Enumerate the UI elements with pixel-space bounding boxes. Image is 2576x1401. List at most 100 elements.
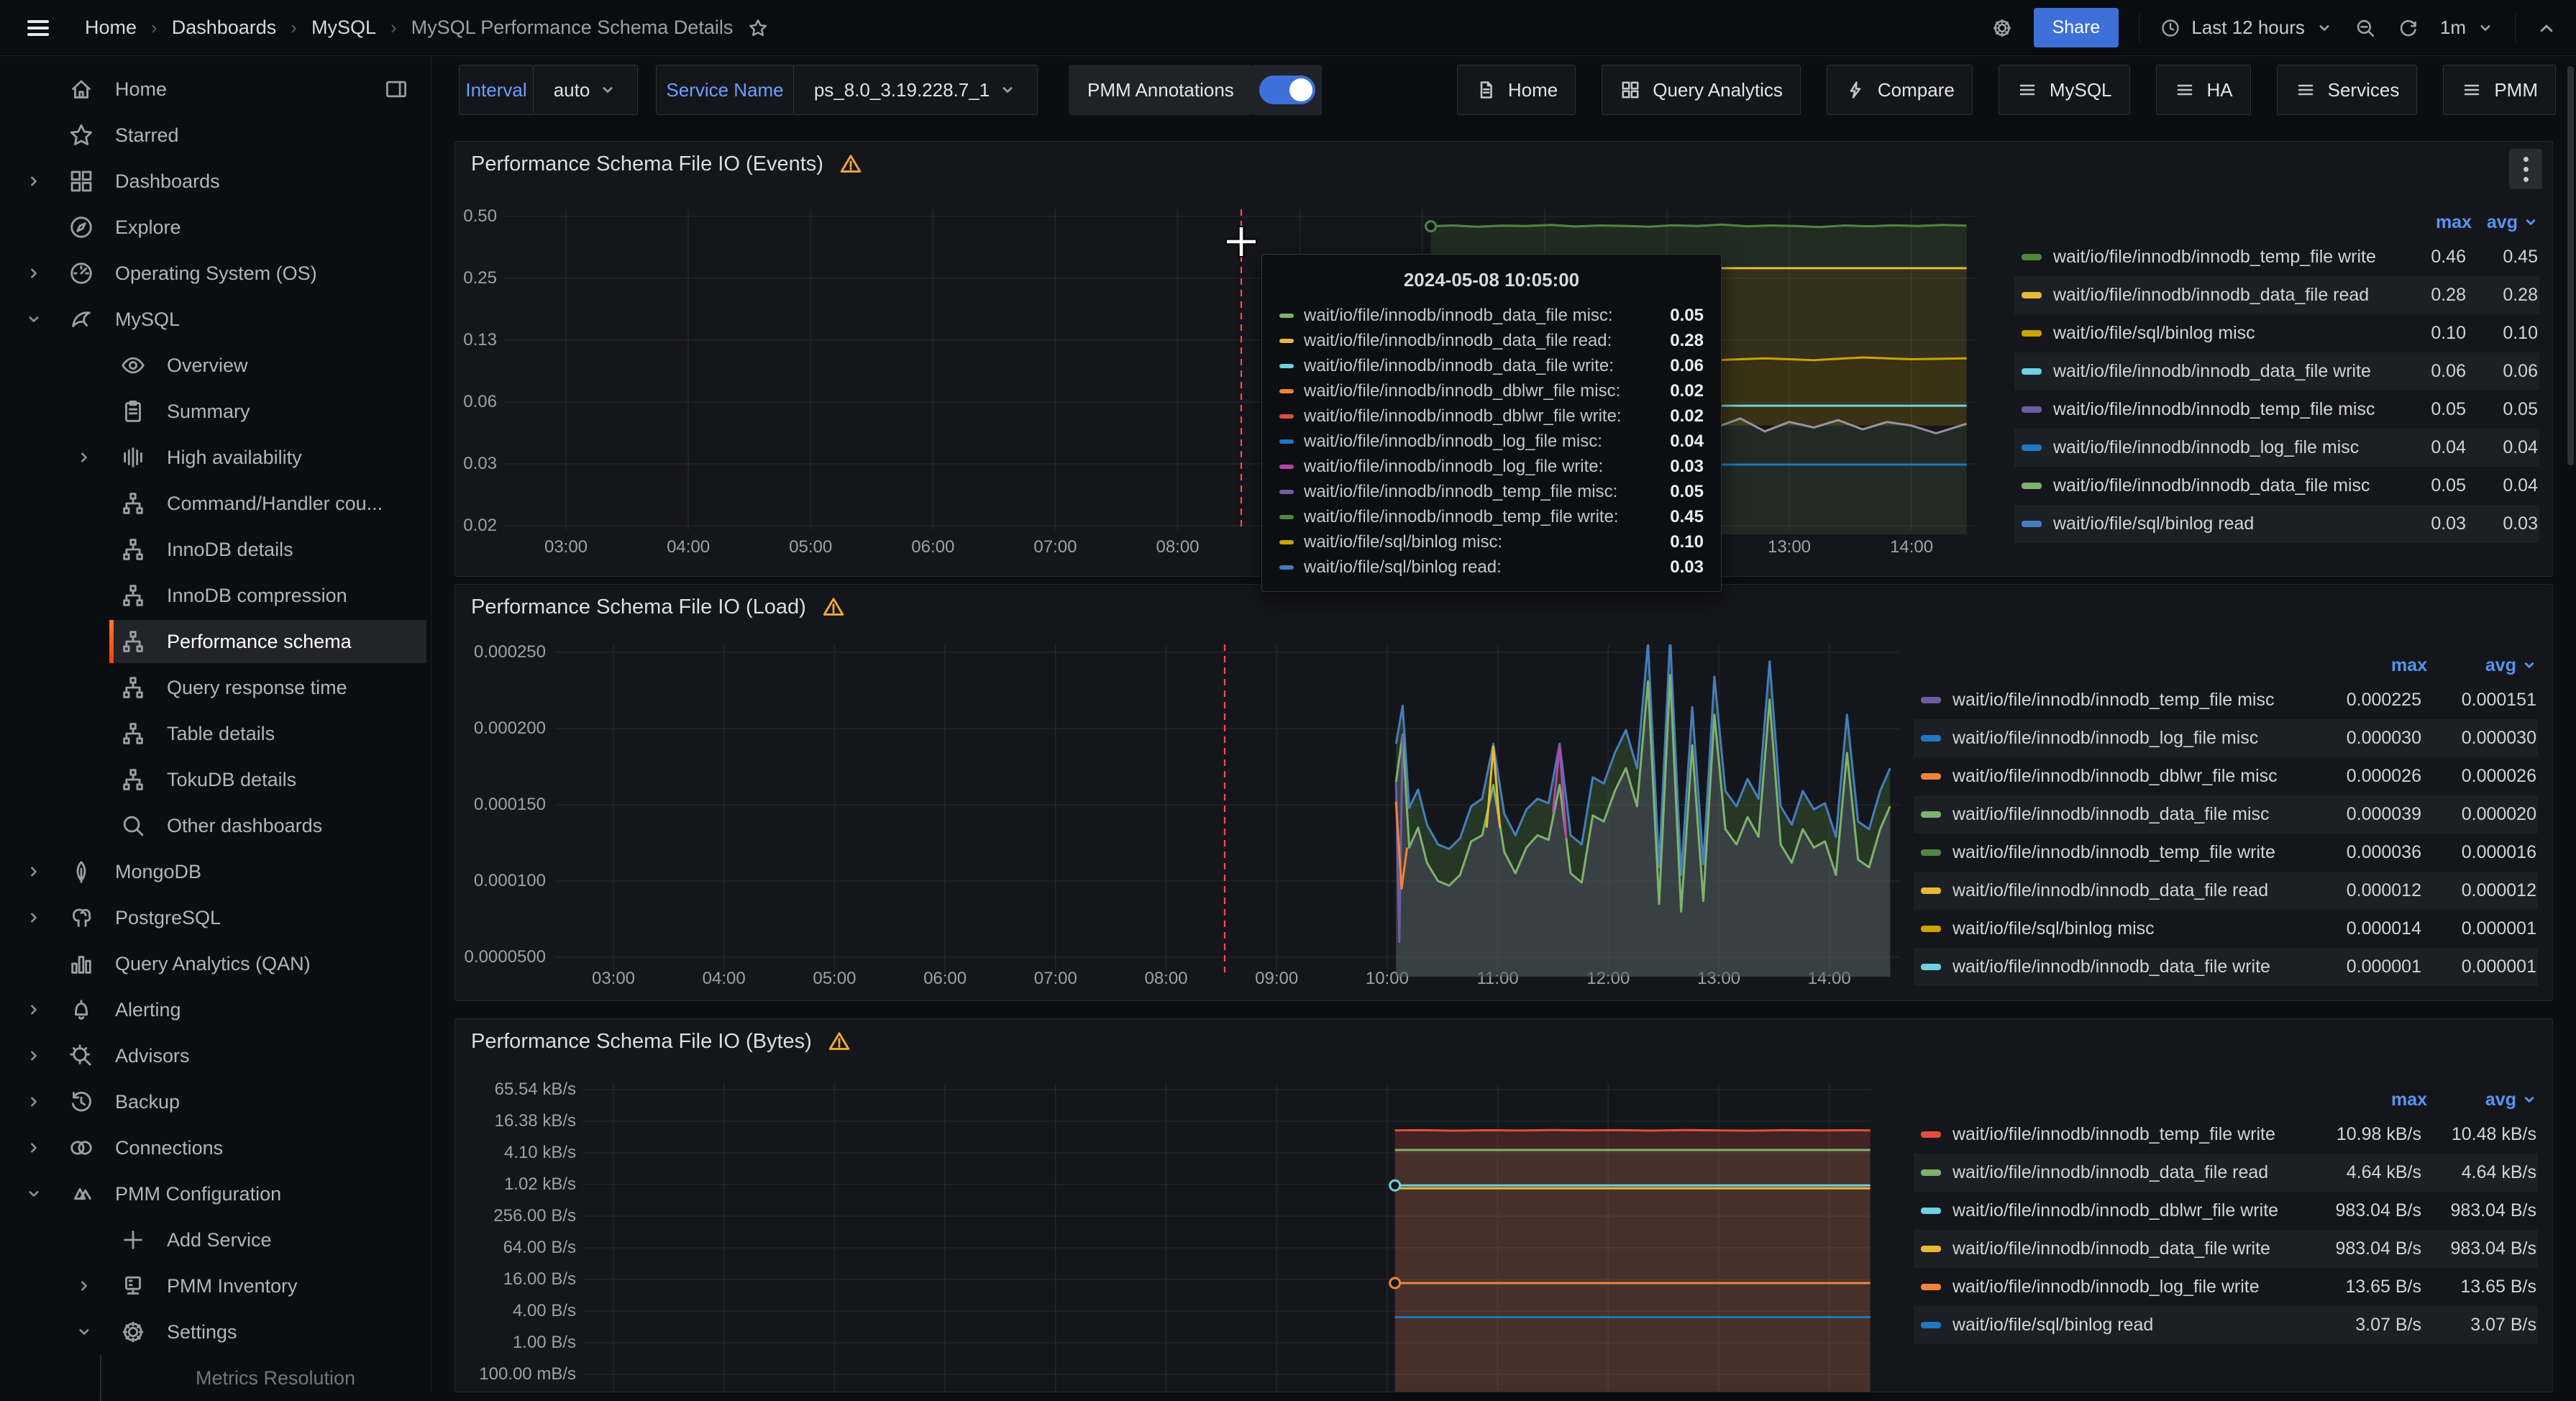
- warning-icon[interactable]: [828, 1030, 851, 1053]
- sidebar-item-command-handler-cou[interactable]: Command/Handler cou...: [0, 480, 431, 526]
- chevron-right-icon[interactable]: [24, 172, 43, 191]
- breadcrumb-dashboards[interactable]: Dashboards: [172, 17, 277, 39]
- dashboard-link-ha[interactable]: HA: [2156, 65, 2251, 115]
- share-button[interactable]: Share: [2034, 8, 2119, 47]
- chevron-right-icon[interactable]: [24, 264, 43, 283]
- refresh-icon[interactable]: [2397, 17, 2420, 40]
- breadcrumb-home[interactable]: Home: [85, 17, 137, 39]
- chevron-right-icon[interactable]: [75, 448, 93, 467]
- sidebar-item-innodb-compression[interactable]: InnoDB compression: [0, 572, 431, 619]
- series-name[interactable]: wait/io/file/innodb/innodb_temp_file wri…: [1952, 842, 2299, 863]
- sidebar-item-pmm-configuration[interactable]: PMM Configuration: [0, 1171, 431, 1217]
- sidebar-item-alerting[interactable]: Alerting: [0, 987, 431, 1033]
- dashboard-link-pmm[interactable]: PMM: [2443, 65, 2556, 115]
- legend-sort-max[interactable]: max: [2305, 655, 2427, 676]
- sidebar-item-postgresql[interactable]: PostgreSQL: [0, 895, 431, 941]
- warning-icon[interactable]: [822, 595, 845, 619]
- sidebar-item-explore[interactable]: Explore: [0, 204, 431, 250]
- interval-select[interactable]: auto: [533, 65, 638, 115]
- chevron-right-icon[interactable]: [24, 1092, 43, 1111]
- series-name[interactable]: wait/io/file/innodb/innodb_temp_file mis…: [2053, 399, 2394, 420]
- series-name[interactable]: wait/io/file/innodb/innodb_data_file rea…: [1952, 1162, 2299, 1183]
- series-name[interactable]: wait/io/file/innodb/innodb_data_file mis…: [2053, 475, 2394, 496]
- sidebar-item-home[interactable]: Home: [0, 66, 431, 112]
- sidebar-item-dashboards[interactable]: Dashboards: [0, 158, 431, 204]
- legend-row[interactable]: wait/io/file/sql/binlog read3.07 B/s3.07…: [1914, 1306, 2538, 1344]
- legend-sort-avg[interactable]: avg: [2472, 212, 2518, 233]
- sidebar-item-table-details[interactable]: Table details: [0, 711, 431, 757]
- chevron-right-icon[interactable]: [24, 1046, 43, 1065]
- series-name[interactable]: wait/io/file/innodb/innodb_temp_file wri…: [2053, 247, 2394, 268]
- legend-row[interactable]: wait/io/file/innodb/innodb_dblwr_file mi…: [1914, 757, 2538, 795]
- series-name[interactable]: wait/io/file/innodb/innodb_data_file rea…: [2053, 285, 2394, 306]
- sidebar-item-backup[interactable]: Backup: [0, 1079, 431, 1125]
- dashboard-link-compare[interactable]: Compare: [1827, 65, 1973, 115]
- panel-title[interactable]: Performance Schema File IO (Events): [471, 152, 823, 176]
- dashboard-link-query-analytics[interactable]: Query Analytics: [1602, 65, 1801, 115]
- series-name[interactable]: wait/io/file/innodb/innodb_temp_file wri…: [1952, 1124, 2299, 1145]
- legend-row[interactable]: wait/io/file/innodb/innodb_log_file writ…: [1914, 1268, 2538, 1306]
- series-name[interactable]: wait/io/file/innodb/innodb_log_file misc: [1952, 728, 2299, 749]
- sidebar-item-mysql[interactable]: MySQL: [0, 296, 431, 342]
- chart-plot-area[interactable]: [554, 644, 1899, 978]
- series-name[interactable]: wait/io/file/innodb/innodb_data_file rea…: [1952, 880, 2299, 901]
- series-name[interactable]: wait/io/file/innodb/innodb_temp_file mis…: [1952, 690, 2299, 711]
- dashboard-settings-gear-icon[interactable]: [1991, 17, 2014, 40]
- service-name-select[interactable]: ps_8.0_3.19.228.7_1: [793, 65, 1038, 115]
- legend-row[interactable]: wait/io/file/sql/binlog read0.030.03: [2014, 505, 2539, 543]
- chevron-right-icon[interactable]: [24, 1000, 43, 1019]
- series-name[interactable]: wait/io/file/innodb/innodb_dblwr_file wr…: [1952, 1200, 2299, 1221]
- legend-row[interactable]: wait/io/file/innodb/innodb_data_file wri…: [1914, 948, 2538, 986]
- dashboard-link-services[interactable]: Services: [2277, 65, 2418, 115]
- sidebar-item-pmm-inventory[interactable]: PMM Inventory: [0, 1263, 431, 1309]
- menu-icon[interactable]: [27, 20, 49, 36]
- series-name[interactable]: wait/io/file/innodb/innodb_dblwr_file mi…: [1952, 766, 2299, 787]
- chevron-right-icon[interactable]: [75, 1277, 93, 1295]
- series-name[interactable]: wait/io/file/innodb/innodb_data_file wri…: [2053, 361, 2394, 382]
- series-name[interactable]: wait/io/file/innodb/innodb_log_file writ…: [1952, 1277, 2299, 1297]
- collapse-sidebar-icon[interactable]: [383, 76, 409, 102]
- pmm-annotations-toggle[interactable]: [1253, 65, 1322, 115]
- dashboard-link-mysql[interactable]: MySQL: [1999, 65, 2130, 115]
- legend-row[interactable]: wait/io/file/innodb/innodb_data_file wri…: [2014, 352, 2539, 391]
- sidebar-item-operating-system-os[interactable]: Operating System (OS): [0, 250, 431, 296]
- warning-icon[interactable]: [839, 152, 862, 175]
- legend-row[interactable]: wait/io/file/innodb/innodb_data_file wri…: [1914, 1230, 2538, 1268]
- legend-sort-avg[interactable]: avg: [2427, 1090, 2516, 1110]
- legend-row[interactable]: wait/io/file/innodb/innodb_temp_file wri…: [1914, 1115, 2538, 1154]
- sidebar-item-query-analytics-qan[interactable]: Query Analytics (QAN): [0, 941, 431, 987]
- caret-up-icon[interactable]: [2536, 17, 2557, 39]
- sidebar-item-summary[interactable]: Summary: [0, 388, 431, 434]
- legend-row[interactable]: wait/io/file/innodb/innodb_dblwr_file wr…: [1914, 1192, 2538, 1230]
- series-name[interactable]: wait/io/file/innodb/innodb_data_file wri…: [1952, 957, 2299, 977]
- panel-header[interactable]: Performance Schema File IO (Bytes): [455, 1019, 2552, 1064]
- chevron-right-icon[interactable]: [24, 1138, 43, 1157]
- sidebar-item-metrics-resolution[interactable]: Metrics Resolution: [0, 1355, 431, 1401]
- sidebar-item-high-availability[interactable]: High availability: [0, 434, 431, 480]
- legend-row[interactable]: wait/io/file/innodb/innodb_data_file rea…: [2014, 276, 2539, 314]
- sidebar-item-settings[interactable]: Settings: [0, 1309, 431, 1355]
- sidebar-item-other-dashboards[interactable]: Other dashboards: [0, 803, 431, 849]
- legend-sort-max[interactable]: max: [2400, 212, 2472, 233]
- legend-row[interactable]: wait/io/file/innodb/innodb_temp_file wri…: [2014, 238, 2539, 276]
- legend-row[interactable]: wait/io/file/innodb/innodb_temp_file mis…: [1914, 681, 2538, 719]
- sidebar-item-connections[interactable]: Connections: [0, 1125, 431, 1171]
- series-name[interactable]: wait/io/file/sql/binlog read: [1952, 1315, 2299, 1336]
- scrollbar[interactable]: [2567, 66, 2574, 465]
- sidebar-item-mongodb[interactable]: MongoDB: [0, 849, 431, 895]
- legend-row[interactable]: wait/io/file/innodb/innodb_log_file misc…: [2014, 429, 2539, 467]
- panel-title[interactable]: Performance Schema File IO (Bytes): [471, 1030, 812, 1054]
- sidebar-item-add-service[interactable]: Add Service: [0, 1217, 431, 1263]
- chart-plot-area[interactable]: [504, 209, 1975, 536]
- sidebar-item-advisors[interactable]: Advisors: [0, 1033, 431, 1079]
- dashboard-link-home[interactable]: Home: [1457, 65, 1576, 115]
- legend-row[interactable]: wait/io/file/innodb/innodb_data_file rea…: [1914, 872, 2538, 910]
- panel-title[interactable]: Performance Schema File IO (Load): [471, 595, 806, 619]
- chart-plot-area[interactable]: [583, 1083, 1871, 1392]
- legend-row[interactable]: wait/io/file/innodb/innodb_data_file mis…: [2014, 467, 2539, 505]
- legend-row[interactable]: wait/io/file/sql/binlog misc0.100.10: [2014, 314, 2539, 352]
- legend-sort-max[interactable]: max: [2305, 1090, 2427, 1110]
- chevron-right-icon[interactable]: [24, 908, 43, 927]
- series-name[interactable]: wait/io/file/sql/binlog read: [2053, 514, 2394, 534]
- legend-row[interactable]: wait/io/file/innodb/innodb_temp_file mis…: [2014, 391, 2539, 429]
